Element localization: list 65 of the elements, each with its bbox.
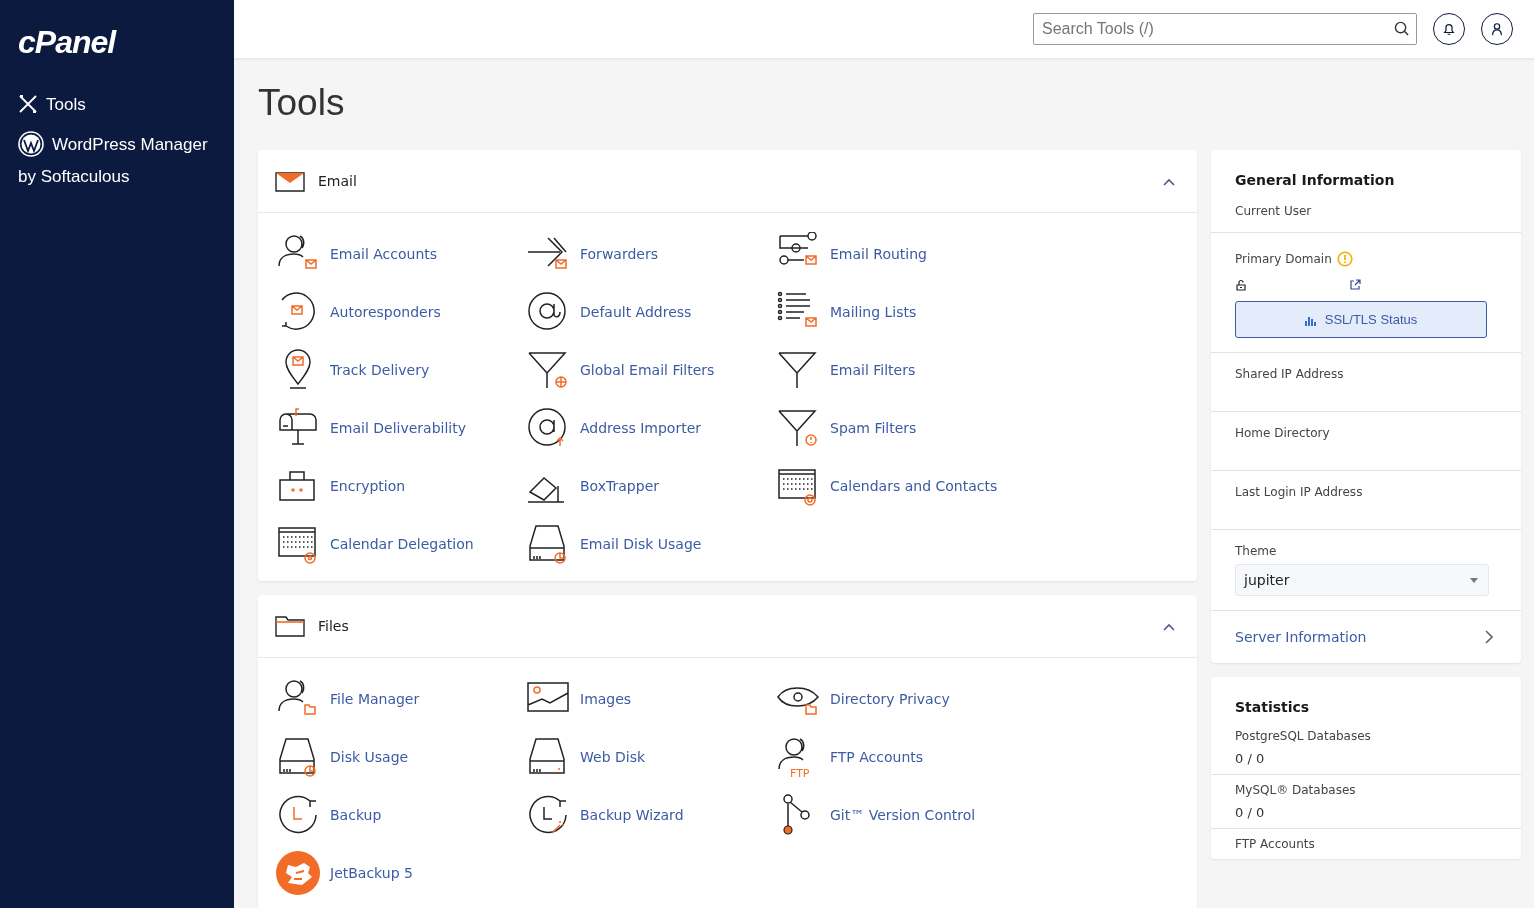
info-label: Shared IP Address [1235, 367, 1345, 381]
tool-link[interactable]: Git™ Version Control [776, 786, 1026, 844]
lock-icon [1235, 279, 1247, 291]
section-title: Email [318, 173, 358, 189]
tool-link[interactable]: Images [526, 670, 776, 728]
search-field[interactable]: Search Tools (/) [1033, 13, 1417, 45]
stat-value: 0 / 0 [1235, 751, 1266, 766]
tool-link[interactable]: Track Delivery [276, 341, 526, 399]
tool-link[interactable]: Email Disk Usage [526, 515, 776, 573]
tool-link[interactable]: FTP FTP Accounts [776, 728, 1026, 786]
tool-link[interactable]: Email Deliverability [276, 399, 526, 457]
tool-link[interactable]: Email Filters [776, 341, 1026, 399]
tool-link[interactable]: Spam Filters [776, 399, 1026, 457]
tool-link[interactable]: Calendar Delegation [276, 515, 526, 573]
chevron-icon [1163, 622, 1175, 631]
tool-link[interactable]: Backup Wizard [526, 786, 776, 844]
tool-link[interactable]: Email Accounts [276, 225, 526, 283]
user-button[interactable] [1481, 13, 1513, 45]
tool-link[interactable]: Disk Usage [276, 728, 526, 786]
sidebar-item[interactable]: Tools [18, 89, 218, 121]
info-label: Last Login IP Address [1235, 485, 1364, 499]
tool-link[interactable]: Mailing Lists [776, 283, 1026, 341]
tool-link[interactable]: File Manager [276, 670, 526, 728]
info-label: Home Directory [1235, 426, 1331, 440]
tool-link[interactable]: Address Importer [526, 399, 776, 457]
tool-link[interactable]: Calendars and Contacts [776, 457, 1026, 515]
card-title: Statistics [1235, 699, 1311, 715]
tool-link[interactable]: Directory Privacy [776, 670, 1026, 728]
notifications-button[interactable] [1433, 13, 1465, 45]
server-information-link[interactable]: Server Information [1211, 610, 1521, 663]
info-label: Theme [1235, 544, 1278, 558]
stat-label: MySQL® Databases [1235, 783, 1357, 797]
search-icon [1394, 21, 1409, 36]
tool-link[interactable]: Backup [276, 786, 526, 844]
tool-link[interactable]: Autoresponders [276, 283, 526, 341]
section-title: Files [318, 618, 350, 634]
tool-link[interactable]: Forwarders [526, 225, 776, 283]
tool-link[interactable]: BoxTrapper [526, 457, 776, 515]
theme-select[interactable]: jupiter [1235, 564, 1489, 596]
user-icon [1490, 22, 1504, 36]
wordpress-icon [18, 130, 44, 157]
page-title: Tools [258, 82, 346, 124]
external-link-icon[interactable] [1349, 279, 1361, 291]
tool-link[interactable]: JetBackup 5 [276, 844, 526, 902]
sidebar-item[interactable]: WordPress Manager by Softaculous [18, 129, 218, 193]
tool-link[interactable]: Global Email Filters [526, 341, 776, 399]
tools-icon [18, 93, 38, 114]
chevron-icon [1163, 177, 1175, 186]
cpanel-logo[interactable]: cPanel [18, 24, 216, 61]
tool-link[interactable]: Email Routing [776, 225, 1026, 283]
info-label: Primary Domain [1235, 252, 1332, 266]
tool-link[interactable]: Encryption [276, 457, 526, 515]
folder-icon [275, 615, 305, 637]
tool-link[interactable]: Default Address [526, 283, 776, 341]
stat-value: 0 / 0 [1235, 805, 1266, 820]
tool-link[interactable]: Web Disk [526, 728, 776, 786]
stat-label: PostgreSQL Databases [1235, 729, 1372, 743]
info-label: Current User [1235, 204, 1313, 218]
ssl-status-button[interactable]: SSL/TLS Status [1235, 301, 1487, 338]
bell-icon [1442, 22, 1456, 36]
envelope-icon [275, 170, 305, 192]
dropdown-caret-icon [1470, 577, 1478, 583]
stat-label: FTP Accounts [1235, 837, 1316, 851]
card-title: General Information [1235, 172, 1396, 188]
chevron-right-icon [1485, 630, 1493, 644]
